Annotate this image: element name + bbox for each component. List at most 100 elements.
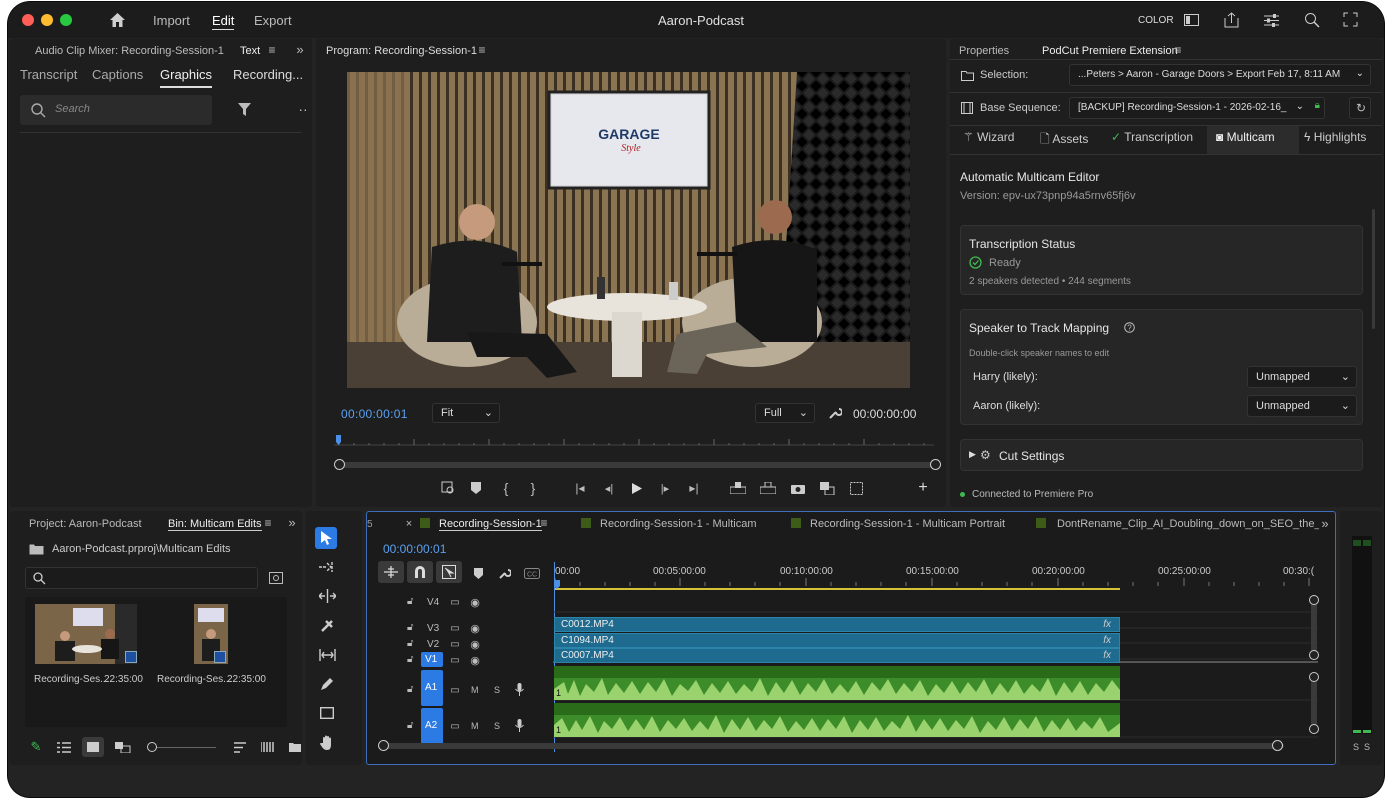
lock-icon[interactable]: 🔓︎	[407, 684, 413, 695]
step-back-icon[interactable]: ◂|	[601, 480, 617, 496]
ripple-edit-tool-icon[interactable]	[318, 588, 336, 604]
search-input[interactable]: Search	[55, 103, 90, 115]
razor-tool-icon[interactable]	[318, 618, 336, 634]
minimize-window-button[interactable]	[41, 14, 53, 26]
video-clip-v3[interactable]: C0012.MP4 fx	[554, 617, 1120, 632]
panel-layout-icon[interactable]	[1183, 12, 1199, 28]
zoom-slider-handle[interactable]	[147, 742, 157, 752]
lock-icon[interactable]: 🔓︎	[407, 638, 413, 649]
settings-sliders-icon[interactable]	[1263, 12, 1279, 28]
lock-icon[interactable]: 🔒︎	[1315, 100, 1320, 111]
film-icon[interactable]: ▭	[449, 654, 461, 666]
sequence-tab[interactable]: DontRename_Clip_AI_Doubling_down_on_SEO_…	[1057, 518, 1319, 530]
icon-view-button[interactable]	[82, 737, 104, 757]
sort-icon[interactable]	[232, 739, 248, 755]
scrollbar-handle[interactable]	[1309, 595, 1319, 605]
track-label-v3[interactable]: V3	[427, 623, 439, 634]
program-timecode-current[interactable]: 00:00:00:01	[341, 407, 408, 421]
selection-dropdown[interactable]: ...Peters > Aaron - Garage Doors > Expor…	[1069, 64, 1371, 86]
menu-import[interactable]: Import	[153, 13, 190, 28]
panel-menu-icon[interactable]: ≡	[476, 43, 488, 57]
clip-name[interactable]: Recording-Ses...	[34, 674, 108, 685]
track-target-v1[interactable]: V1	[421, 652, 443, 667]
timeline-timecode[interactable]: 00:00:00:01	[383, 542, 446, 556]
tab-transcription[interactable]: ✓ Transcription	[1111, 130, 1193, 144]
automate-sequence-icon[interactable]	[260, 739, 276, 755]
filter-icon[interactable]	[236, 101, 252, 117]
freeform-view-icon[interactable]	[114, 739, 132, 755]
tab-assets[interactable]: 🗋︎ Assets	[1040, 130, 1088, 151]
track-target-a2[interactable]: A2	[421, 708, 443, 744]
video-tracks-scrollbar[interactable]	[1311, 600, 1317, 656]
list-view-icon[interactable]	[56, 739, 72, 755]
scrollbar-handle-left[interactable]	[334, 459, 345, 470]
slip-tool-icon[interactable]	[318, 647, 336, 663]
microphone-icon[interactable]	[513, 718, 525, 732]
panel-title-audio-mixer[interactable]: Audio Clip Mixer: Recording-Session-1	[35, 45, 224, 57]
resolution-dropdown[interactable]: Full ⌄	[755, 403, 815, 423]
tab-properties[interactable]: Properties	[959, 45, 1009, 57]
tab-text[interactable]: Text	[240, 45, 260, 57]
bin-tab[interactable]: Bin: Multicam Edits	[168, 518, 262, 531]
scrollbar-handle-right[interactable]	[930, 459, 941, 470]
nest-toggle-button[interactable]	[378, 561, 404, 583]
more-panels-icon[interactable]: »	[293, 42, 307, 57]
more-panels-icon[interactable]: »	[1318, 516, 1332, 531]
menu-edit[interactable]: Edit	[212, 13, 235, 30]
project-search-input[interactable]	[25, 567, 258, 589]
close-tab-icon[interactable]: ×	[404, 518, 414, 530]
clip-thumbnail[interactable]	[194, 604, 228, 664]
timeline-horizontal-scrollbar[interactable]	[384, 743, 1284, 749]
audio-clip-a2[interactable]: 1	[554, 703, 1120, 737]
scrollbar-handle-left[interactable]	[378, 740, 389, 751]
clip-thumbnail[interactable]	[35, 604, 137, 664]
hand-tool-icon[interactable]	[318, 734, 336, 752]
project-tab[interactable]: Project: Aaron-Podcast	[29, 518, 142, 530]
pencil-icon[interactable]: ✎	[28, 739, 44, 755]
refresh-button[interactable]: ↻	[1349, 97, 1371, 119]
multicam-toggle-icon[interactable]	[848, 480, 864, 496]
film-icon[interactable]: ▭	[449, 684, 461, 696]
zoom-slider[interactable]	[152, 747, 216, 748]
video-clip-v2[interactable]: C1094.MP4 fx	[554, 633, 1120, 648]
tab-highlights[interactable]: ϟ Highlights	[1304, 130, 1366, 144]
tab-graphics[interactable]: Graphics	[160, 67, 213, 88]
search-sparkle-icon[interactable]	[1303, 11, 1320, 28]
wrench-icon[interactable]	[497, 566, 511, 580]
panel-menu-icon[interactable]: ≡	[262, 516, 274, 530]
step-forward-icon[interactable]: |▸	[657, 480, 673, 496]
film-icon[interactable]: ▭	[449, 622, 461, 634]
fullscreen-icon[interactable]	[1342, 11, 1358, 27]
solo-button[interactable]: S	[494, 721, 500, 731]
lock-icon[interactable]: 🔓︎	[407, 654, 413, 665]
video-clip-v1[interactable]: C0007.MP4 fx	[554, 648, 1120, 663]
eye-icon[interactable]: ◉	[469, 622, 481, 635]
zoom-level-dropdown[interactable]: Fit ⌄	[432, 403, 500, 423]
tab-wizard[interactable]: ⚚ Wizard	[963, 130, 1014, 144]
lock-icon[interactable]: 🔓︎	[407, 720, 413, 731]
track-label-v4[interactable]: V4	[427, 597, 439, 608]
pen-tool-icon[interactable]	[318, 676, 336, 692]
help-icon[interactable]: ?	[1123, 321, 1135, 333]
mark-out-icon[interactable]: }	[527, 480, 539, 496]
go-to-in-icon[interactable]: |◂	[572, 480, 588, 496]
solo-right-button[interactable]: S	[1364, 742, 1370, 752]
panel-menu-icon[interactable]: ≡	[538, 516, 550, 530]
tab-multicam[interactable]: ◙ Multicam	[1207, 126, 1299, 154]
tab-transcript[interactable]: Transcript	[20, 67, 77, 82]
lock-icon[interactable]: 🔓︎	[407, 596, 413, 607]
rectangle-tool-icon[interactable]	[318, 705, 336, 721]
mute-button[interactable]: M	[471, 721, 479, 731]
share-icon[interactable]	[1223, 11, 1239, 28]
solo-button[interactable]: S	[494, 685, 500, 695]
close-window-button[interactable]	[22, 14, 34, 26]
scrollbar-handle[interactable]	[1309, 650, 1319, 660]
add-marker-icon[interactable]	[469, 480, 483, 496]
tab-podcut-extension[interactable]: PodCut Premiere Extension	[1042, 45, 1178, 57]
insert-marker-icon[interactable]	[440, 480, 456, 496]
wrench-icon[interactable]	[827, 405, 843, 421]
snap-toggle-button[interactable]	[407, 561, 433, 583]
zoom-scrollbar[interactable]	[336, 462, 936, 468]
eye-icon[interactable]: ◉	[469, 638, 481, 651]
more-panels-icon[interactable]: »	[285, 515, 299, 530]
